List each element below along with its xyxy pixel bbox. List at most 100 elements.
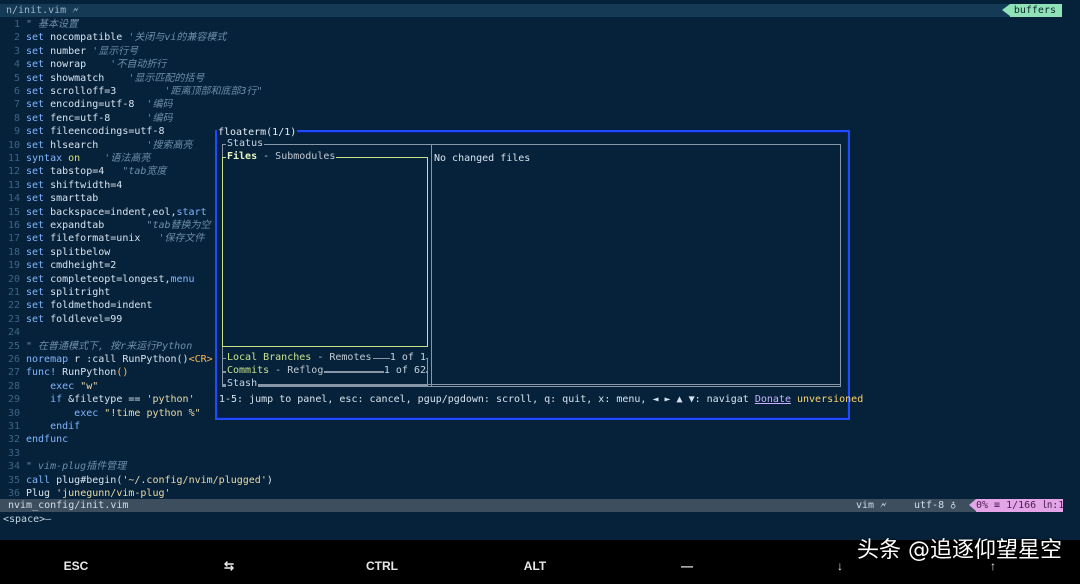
line-content: set fileencodings=utf-8 [26, 125, 164, 138]
code-token: on [68, 153, 81, 164]
floaterm-window[interactable]: floaterm(1/1) Status Files - Submodules … [215, 127, 863, 420]
code-token: set [26, 206, 45, 218]
line-number: 7 [13, 99, 20, 111]
statusline-encoding: utf-8 ♁ [914, 500, 957, 511]
code-token: endfunc [26, 434, 69, 446]
line-number: 27 [7, 367, 20, 379]
line-number: 21 [7, 287, 20, 298]
code-token: encoding=utf-8 [44, 99, 147, 111]
code-token: expandtab [44, 220, 147, 231]
line-number: 10 [7, 139, 20, 151]
line-number: 35 [7, 474, 20, 486]
code-token: '~/.config/nvim/plugged' [122, 474, 267, 486]
line-content: set shiftwidth=4 [26, 179, 122, 192]
code-token: completeopt=longest, [44, 273, 171, 285]
code-token: endif [50, 421, 81, 432]
line-number: 30 [7, 407, 20, 419]
main-pane[interactable] [431, 144, 841, 387]
code-token: '显示匹配的括号 [128, 72, 205, 84]
code-token: set [26, 112, 45, 124]
line-number: 19 [7, 260, 20, 272]
line-number: 3 [13, 45, 20, 57]
code-token: <CR> [188, 354, 213, 365]
code-token: exec [50, 380, 75, 392]
line-number: 17 [7, 233, 20, 245]
line-content: call plug#begin('~/.config/nvim/plugged'… [26, 474, 273, 487]
line-content: set backspace=indent,eol,start [26, 206, 207, 219]
line-number: 6 [13, 86, 20, 97]
key-esc[interactable]: ESC [1, 557, 151, 575]
line-number: 5 [13, 72, 20, 84]
files-title-label: Files [227, 151, 258, 162]
line-content: set number '显示行号 [26, 45, 138, 58]
line-content: set expandtab "tab替换为空 [26, 219, 211, 232]
code-token: backspace=indent,eol, [44, 206, 177, 218]
code-token: " 基本设置 [26, 19, 79, 30]
key-alt[interactable]: ALT [460, 557, 610, 575]
code-token: plug#begin( [50, 474, 123, 486]
reflog-label: - Reflog [269, 365, 324, 376]
code-token: set [26, 287, 45, 298]
commits-pane-title[interactable]: Commits - Reflog [226, 365, 325, 377]
statusline: nvim_config/init.vim vim 🗲 utf-8 ♁ 0% ≡ … [0, 499, 1064, 512]
code-token: set [26, 86, 45, 97]
line-content: exec "w" [26, 380, 98, 393]
submodules-label: - Submodules [257, 151, 336, 162]
line-number: 31 [7, 421, 20, 432]
code-token: set [26, 260, 45, 272]
watermark: 头条 @追逐仰望星空 [857, 538, 1062, 563]
line-content: set fileformat=unix '保存文件 [26, 232, 204, 245]
line-content: set smarttab [26, 192, 98, 205]
code-token: '关闭与vi的兼容模式 [128, 32, 227, 44]
code-token: '编码 [146, 112, 173, 124]
code-token: "tab宽度 [122, 166, 167, 178]
line-number: 22 [7, 300, 20, 312]
line-number: 13 [7, 179, 20, 191]
line-number: 28 [7, 380, 20, 392]
code-token: foldlevel=99 [44, 313, 123, 325]
line-content: endfunc [26, 433, 68, 446]
code-token: '显示行号 [92, 45, 139, 57]
code-token: call [26, 474, 51, 486]
line-number: 34 [7, 461, 20, 473]
line-content: set nocompatible '关闭与vi的兼容模式 [26, 31, 226, 44]
donate-link[interactable]: Donate [755, 394, 791, 405]
line-content: set completeopt=longest,menu [26, 273, 195, 286]
code-token: RunPython [56, 367, 117, 379]
command-line[interactable]: <space>— [3, 513, 51, 526]
line-content: exec "!time python %" [26, 407, 200, 420]
line-content: set cmdheight=2 [26, 259, 116, 272]
files-pane[interactable]: Files - Submodules [222, 151, 428, 347]
buffers-tab[interactable]: buffers [1001, 4, 1062, 17]
help-text: 1-5: jump to panel, esc: cancel, pgup/pg… [219, 394, 749, 405]
code-token: r :call RunPython() [68, 354, 189, 365]
key-dash[interactable]: — [612, 557, 762, 575]
code-token: () [116, 367, 129, 379]
code-token: set [26, 300, 45, 312]
code-token: set [26, 166, 45, 178]
code-token: start [176, 206, 207, 218]
key-tab[interactable]: ⇆ [154, 557, 304, 575]
line-number: 33 [7, 447, 20, 459]
branches-pane-title[interactable]: Local Branches - Remotes [226, 352, 373, 364]
code-token: ) [266, 474, 273, 486]
tab-title[interactable]: n/init.vim 🗲 [6, 4, 79, 17]
line-number: 12 [7, 166, 20, 178]
code-token: set [26, 45, 45, 57]
code-token: cmdheight=2 [44, 260, 117, 272]
line-number: 20 [7, 273, 20, 285]
stash-pane[interactable]: Stash [222, 378, 841, 390]
line-content: set showmatch '显示匹配的括号 [26, 72, 204, 85]
files-pane-title[interactable]: Files - Submodules [226, 151, 337, 163]
code-token: nocompatible [44, 32, 129, 44]
code-token: smarttab [44, 193, 99, 205]
code-token: set [26, 72, 45, 84]
line-number: 26 [7, 354, 20, 365]
key-ctrl[interactable]: CTRL [307, 557, 457, 575]
code-token: set [26, 233, 45, 245]
line-content: set splitright [26, 286, 110, 299]
status-pane-title: Status [226, 138, 265, 150]
code-token: "tab替换为空 [146, 220, 211, 231]
